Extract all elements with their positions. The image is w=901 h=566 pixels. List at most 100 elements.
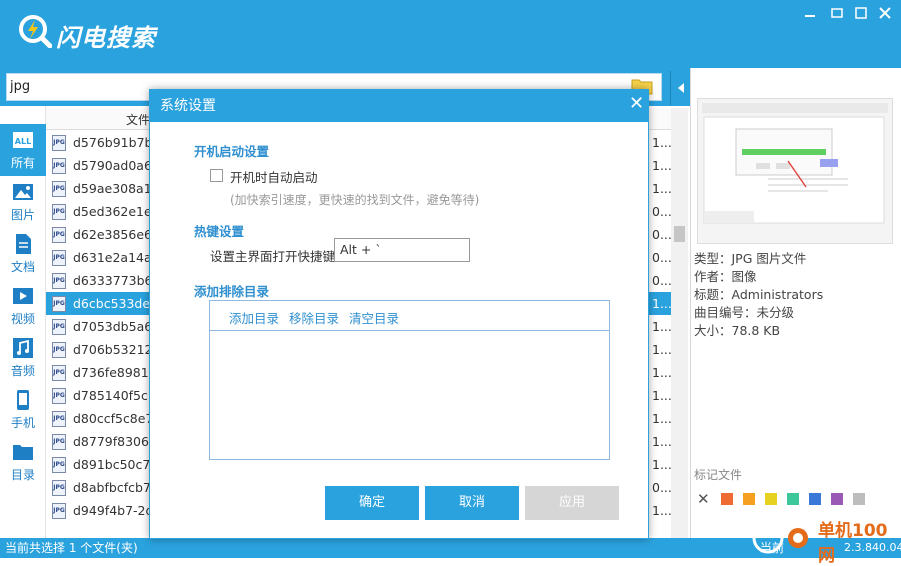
file-size: 1... bbox=[652, 411, 672, 426]
file-name: d62e3856e61 bbox=[73, 227, 160, 242]
startup-section-title: 开机启动设置 bbox=[194, 144, 270, 159]
sidebar-item-label: 视频 bbox=[10, 312, 35, 326]
jpg-file-icon: JPG bbox=[52, 250, 66, 266]
sidebar-item-label: 音频 bbox=[10, 364, 35, 378]
autostart-hint: (加快索引速度，更快速的找到文件，避免等待) bbox=[230, 193, 480, 207]
file-name: d7053db5a67 bbox=[73, 319, 161, 334]
meta-author: 作者：图像 bbox=[694, 269, 757, 284]
phone-icon bbox=[17, 390, 29, 410]
file-name: d6cbc533dee bbox=[73, 296, 158, 311]
file-name: d8abfbcfcb71 bbox=[73, 480, 159, 495]
file-size: 1... bbox=[652, 296, 672, 311]
jpg-file-icon: JPG bbox=[52, 204, 66, 220]
meta-size: 大小：78.8 KB bbox=[694, 323, 781, 338]
sidebar-item-image[interactable]: 图片 bbox=[0, 176, 46, 228]
column-header-name[interactable]: 文件 bbox=[126, 111, 150, 128]
jpg-file-icon: JPG bbox=[52, 273, 66, 289]
sidebar-item-label: 手机 bbox=[10, 416, 35, 430]
file-name: d949f4b7-2d bbox=[73, 503, 154, 518]
collapse-preview-button[interactable] bbox=[670, 71, 690, 105]
file-list-scrollbar[interactable] bbox=[671, 108, 688, 538]
video-icon bbox=[13, 288, 33, 304]
meta-type: 类型：JPG 图片文件 bbox=[694, 251, 807, 266]
jpg-file-icon: JPG bbox=[52, 181, 66, 197]
settings-menu-icon[interactable] bbox=[827, 4, 847, 22]
hotkey-input[interactable]: Alt + ` bbox=[334, 238, 470, 262]
jpg-file-icon: JPG bbox=[52, 227, 66, 243]
sidebar-item-label: 文档 bbox=[10, 260, 35, 274]
sidebar-item-label: 目录 bbox=[10, 468, 35, 482]
tag-color-swatch[interactable] bbox=[809, 493, 821, 505]
clear-directory-link[interactable]: 清空目录 bbox=[349, 308, 399, 327]
file-size: 1... bbox=[652, 158, 672, 173]
sidebar-item-label: 所有 bbox=[10, 156, 35, 170]
file-size: 0... bbox=[652, 227, 672, 242]
file-name: d5ed362e1e9 bbox=[73, 204, 160, 219]
jpg-file-icon: JPG bbox=[52, 342, 66, 358]
autostart-label[interactable]: 开机时自动启动 bbox=[230, 167, 318, 186]
tag-color-swatch[interactable] bbox=[853, 493, 865, 505]
jpg-file-icon: JPG bbox=[52, 411, 66, 427]
file-size: 1... bbox=[652, 319, 672, 334]
status-text: 当前共选择 1 个文件(夹) bbox=[5, 541, 138, 555]
file-name: d80ccf5c8e7e bbox=[73, 411, 162, 426]
file-size: 0... bbox=[652, 250, 672, 265]
document-icon bbox=[16, 234, 31, 254]
file-name: d6333773b68 bbox=[73, 273, 161, 288]
file-preview-image bbox=[697, 98, 893, 244]
minimize-icon[interactable] bbox=[800, 4, 820, 22]
file-name: d5790ad0a66 bbox=[73, 158, 160, 173]
tag-color-swatch[interactable] bbox=[787, 493, 799, 505]
apply-button[interactable]: 应用 bbox=[525, 486, 619, 520]
image-icon bbox=[13, 184, 33, 200]
cancel-button[interactable]: 取消 bbox=[425, 486, 519, 520]
sidebar-item-label: 图片 bbox=[10, 208, 35, 222]
add-directory-link[interactable]: 添加目录 bbox=[229, 308, 279, 327]
sidebar-item-audio[interactable]: 音频 bbox=[0, 332, 46, 384]
tag-color-swatch[interactable] bbox=[765, 493, 777, 505]
clear-tag-icon[interactable]: ✕ bbox=[697, 490, 710, 508]
jpg-file-icon: JPG bbox=[52, 158, 66, 174]
ok-button[interactable]: 确定 bbox=[325, 486, 419, 520]
tag-color-swatch[interactable] bbox=[721, 493, 733, 505]
maximize-icon[interactable] bbox=[851, 4, 871, 22]
sidebar-item-folder[interactable]: 目录 bbox=[0, 436, 46, 488]
file-size: 1... bbox=[652, 181, 672, 196]
file-name: d59ae308a10 bbox=[73, 181, 160, 196]
file-size: 1... bbox=[652, 388, 672, 403]
remove-directory-link[interactable]: 移除目录 bbox=[289, 308, 339, 327]
exclude-section-title: 添加排除目录 bbox=[194, 284, 270, 299]
chevron-left-icon bbox=[677, 83, 684, 93]
file-name: d736fe89813 bbox=[73, 365, 157, 380]
file-name: d8779f83064 bbox=[73, 434, 157, 449]
jpg-file-icon: JPG bbox=[52, 434, 66, 450]
dialog-title: 系统设置 bbox=[150, 90, 648, 122]
sidebar-item-document[interactable]: 文档 bbox=[0, 228, 46, 280]
file-name: d706b532123 bbox=[73, 342, 161, 357]
app-title: 闪电搜索 bbox=[56, 24, 156, 52]
file-size: 1... bbox=[652, 434, 672, 449]
file-size: 1... bbox=[652, 457, 672, 472]
jpg-file-icon: JPG bbox=[52, 480, 66, 496]
lightning-search-logo-icon bbox=[19, 15, 52, 48]
sidebar-item-all[interactable]: ALL 所有 bbox=[0, 124, 46, 176]
tag-color-swatch[interactable] bbox=[831, 493, 843, 505]
all-icon: ALL bbox=[13, 132, 33, 148]
sidebar-item-phone[interactable]: 手机 bbox=[0, 384, 46, 436]
close-icon[interactable] bbox=[875, 4, 895, 22]
file-size: 1... bbox=[652, 342, 672, 357]
jpg-file-icon: JPG bbox=[52, 296, 66, 312]
tag-color-swatch[interactable] bbox=[743, 493, 755, 505]
title-bar: 闪电搜索 bbox=[0, 0, 901, 68]
hotkey-section-title: 热键设置 bbox=[194, 224, 245, 239]
dialog-close-icon[interactable]: ✕ bbox=[629, 93, 644, 114]
autostart-checkbox[interactable] bbox=[210, 169, 223, 182]
sidebar-item-video[interactable]: 视频 bbox=[0, 280, 46, 332]
jpg-file-icon: JPG bbox=[52, 319, 66, 335]
scrollbar-thumb[interactable] bbox=[674, 226, 685, 242]
jpg-file-icon: JPG bbox=[52, 503, 66, 519]
exclude-directory-list[interactable]: 添加目录 移除目录 清空目录 bbox=[209, 300, 610, 460]
settings-dialog: 系统设置 ✕ 开机启动设置 开机时自动启动 (加快索引速度，更快速的找到文件，避… bbox=[149, 89, 649, 539]
tags-title: 标记文件 bbox=[694, 468, 743, 482]
meta-track: 曲目编号：未分级 bbox=[694, 305, 795, 320]
